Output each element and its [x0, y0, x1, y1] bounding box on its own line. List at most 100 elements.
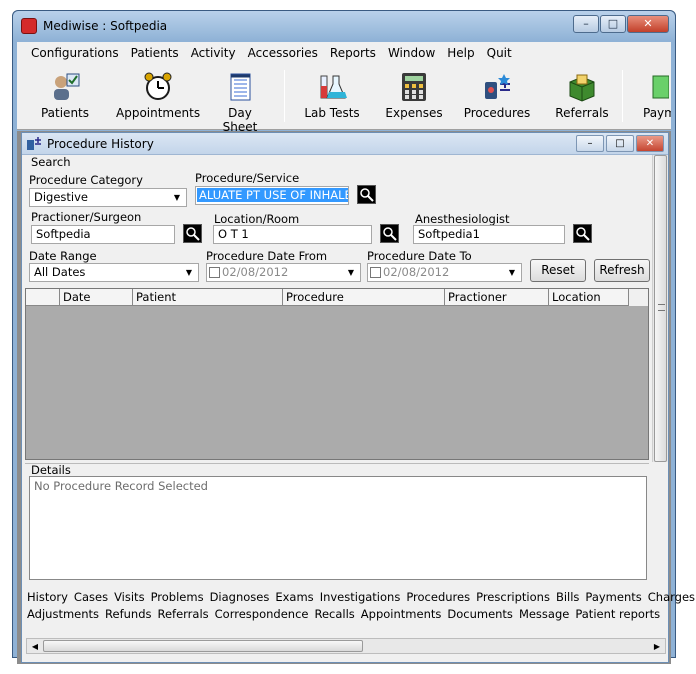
toolbar-referrals-button[interactable]: Referrals	[552, 72, 612, 126]
menu-bar: Configurations Patients Activity Accesso…	[17, 42, 671, 64]
magnifier-icon	[576, 227, 590, 241]
tab-payments[interactable]: Payments	[585, 590, 641, 604]
grid-column-header[interactable]: Procedure	[283, 289, 445, 306]
date-to-value: 02/08/2012	[383, 265, 450, 279]
toolbar-day-sheet-button[interactable]: Day Sheet	[210, 72, 270, 134]
patients-icon	[50, 72, 80, 102]
grip-icon	[658, 304, 665, 311]
anesthesiologist-lookup-button[interactable]	[573, 224, 592, 243]
menu-quit[interactable]: Quit	[481, 43, 518, 63]
scroll-right-icon[interactable]: ▶	[650, 640, 664, 653]
date-range-select[interactable]: All Dates ▼	[29, 263, 199, 282]
horizontal-scrollbar[interactable]: ◀ ▶	[26, 638, 666, 654]
location-room-label: Location/Room	[214, 212, 300, 226]
tab-refunds[interactable]: Refunds	[105, 607, 151, 621]
practioner-surgeon-field[interactable]: Softpedia	[31, 225, 175, 244]
toolbar-label: Lab Tests	[304, 106, 360, 120]
grid-header: Date Patient Procedure Practioner Locati…	[26, 289, 648, 306]
anesthesiologist-label: Anesthesiologist	[415, 212, 510, 226]
service-lookup-button[interactable]	[357, 185, 376, 204]
toolbar-label: Procedures	[463, 106, 531, 120]
tab-referrals[interactable]: Referrals	[157, 607, 208, 621]
child-maximize-button[interactable]: □	[606, 135, 634, 152]
close-button[interactable]: ✕	[627, 15, 669, 33]
menu-configurations[interactable]: Configurations	[25, 43, 125, 63]
toolbar-payments-button[interactable]: Paym	[631, 72, 671, 126]
menu-accessories[interactable]: Accessories	[242, 43, 324, 63]
tab-diagnoses[interactable]: Diagnoses	[210, 590, 270, 604]
window-title: Mediwise : Softpedia	[43, 19, 168, 33]
toolbar-label: Patients	[40, 106, 90, 120]
tab-documents[interactable]: Documents	[447, 607, 513, 621]
minimize-button[interactable]: –	[573, 15, 599, 33]
tab-prescriptions[interactable]: Prescriptions	[476, 590, 550, 604]
date-from-checkbox[interactable]	[209, 267, 220, 278]
main-window: Mediwise : Softpedia – □ ✕ Configuration…	[12, 10, 695, 664]
date-from-value: 02/08/2012	[222, 265, 289, 279]
scroll-left-icon[interactable]: ◀	[28, 640, 42, 653]
date-to-checkbox[interactable]	[370, 267, 381, 278]
maximize-button[interactable]: □	[600, 15, 626, 33]
details-text: No Procedure Record Selected	[29, 476, 647, 580]
grid-column-header[interactable]: Location	[549, 289, 629, 306]
horizontal-scroll-thumb[interactable]	[43, 640, 363, 652]
tab-recalls[interactable]: Recalls	[314, 607, 354, 621]
vertical-scrollbar[interactable]	[652, 155, 668, 462]
tab-correspondence[interactable]: Correspondence	[215, 607, 309, 621]
tab-procedures[interactable]: Procedures	[406, 590, 470, 604]
tab-visits[interactable]: Visits	[114, 590, 145, 604]
toolbar-label: Appointments	[116, 106, 201, 120]
toolbar-patients-button[interactable]: Patients	[37, 72, 93, 126]
tab-exams[interactable]: Exams	[275, 590, 313, 604]
reset-button[interactable]: Reset	[530, 259, 586, 282]
location-lookup-button[interactable]	[380, 224, 399, 243]
tab-charges[interactable]: Charges	[648, 590, 695, 604]
anesthesiologist-field[interactable]: Softpedia1	[413, 225, 565, 244]
toolbar-label: Paym	[643, 106, 671, 120]
toolbar-lab-tests-button[interactable]: Lab Tests	[301, 72, 363, 126]
child-title-bar[interactable]: Procedure History – □ ✕	[22, 133, 668, 155]
refresh-button[interactable]: Refresh	[594, 259, 650, 282]
location-room-field[interactable]: O T 1	[213, 225, 372, 244]
menu-activity[interactable]: Activity	[185, 43, 242, 63]
child-minimize-button[interactable]: –	[576, 135, 604, 152]
calculator-icon	[399, 72, 429, 102]
procedure-grid[interactable]: Date Patient Procedure Practioner Locati…	[25, 288, 649, 460]
date-range-label: Date Range	[29, 249, 97, 263]
tab-bills[interactable]: Bills	[556, 590, 579, 604]
practioner-surgeon-label: Practioner/Surgeon	[31, 210, 142, 224]
tab-problems[interactable]: Problems	[151, 590, 204, 604]
procedure-category-value: Digestive	[34, 190, 89, 204]
surgeon-lookup-button[interactable]	[183, 224, 202, 243]
mdi-client-area: Procedure History – □ ✕ Search Procedure…	[17, 131, 695, 664]
toolbar-label: Day Sheet	[222, 106, 258, 134]
menu-patients[interactable]: Patients	[125, 43, 185, 63]
menu-help[interactable]: Help	[441, 43, 480, 63]
tab-message[interactable]: Message	[519, 607, 569, 621]
tab-investigations[interactable]: Investigations	[320, 590, 401, 604]
tab-history[interactable]: History	[27, 590, 68, 604]
payment-icon	[639, 72, 670, 102]
grid-column-header[interactable]: Practioner	[445, 289, 549, 306]
tab-adjustments[interactable]: Adjustments	[27, 607, 99, 621]
procedure-category-select[interactable]: Digestive ▼	[29, 188, 187, 207]
grid-column-header[interactable]: Patient	[133, 289, 283, 306]
tab-patient-reports[interactable]: Patient reports	[575, 607, 660, 621]
menu-reports[interactable]: Reports	[324, 43, 382, 63]
vertical-scroll-thumb[interactable]	[654, 155, 667, 462]
toolbar-appointments-button[interactable]: Appointments	[116, 72, 200, 126]
tab-appointments[interactable]: Appointments	[361, 607, 442, 621]
details-label: Details	[31, 463, 71, 477]
tab-cases[interactable]: Cases	[74, 590, 108, 604]
toolbar-expenses-button[interactable]: Expenses	[384, 72, 444, 126]
date-to-picker[interactable]: 02/08/2012 ▼	[367, 263, 522, 282]
procedure-service-value: ALUATE PT USE OF INHALER	[197, 188, 348, 202]
menu-window[interactable]: Window	[382, 43, 441, 63]
title-bar[interactable]: Mediwise : Softpedia – □ ✕	[13, 11, 675, 41]
procedure-service-field[interactable]: ALUATE PT USE OF INHALER	[195, 186, 349, 205]
toolbar-separator	[622, 70, 623, 122]
toolbar-procedures-button[interactable]: Procedures	[461, 72, 533, 126]
child-close-button[interactable]: ✕	[636, 135, 664, 152]
date-from-picker[interactable]: 02/08/2012 ▼	[206, 263, 361, 282]
grid-column-header[interactable]: Date	[60, 289, 133, 306]
